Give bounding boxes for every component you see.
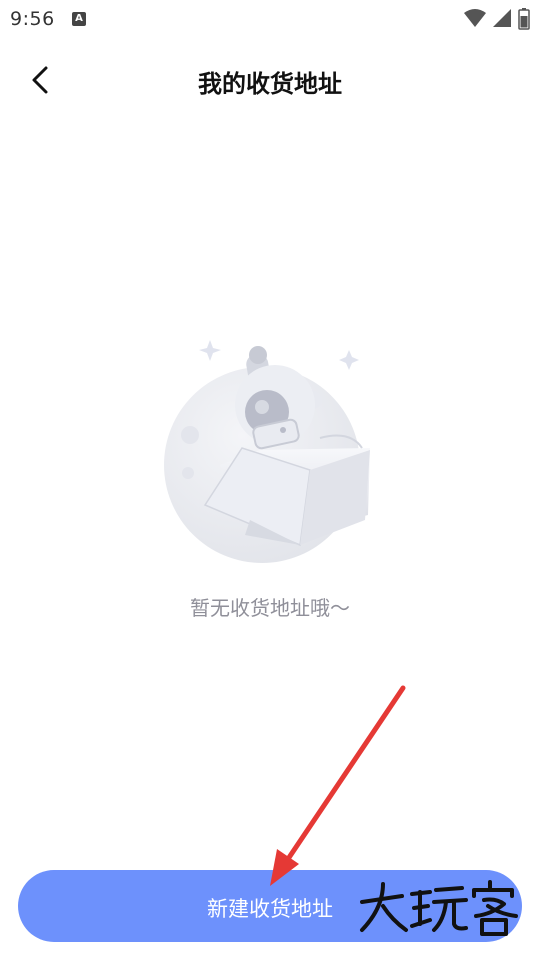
status-bar: 9:56 A [0, 0, 540, 38]
empty-state-message: 暂无收货地址哦～ [190, 596, 350, 620]
status-time: 9:56 [10, 8, 55, 30]
signal-icon [493, 9, 511, 27]
address-list-screen: 9:56 A 我的收货地址 暂无收货地址哦～ 新建收货地址 [0, 0, 540, 960]
wifi-icon [464, 9, 486, 27]
battery-icon [518, 8, 530, 30]
status-icons [458, 8, 530, 30]
page-title: 我的收货地址 [198, 70, 342, 98]
astronaut-moon-illustration [150, 330, 390, 580]
watermark-logo [356, 878, 526, 940]
a-badge-icon: A [72, 12, 86, 26]
header: 我的收货地址 [0, 50, 540, 110]
